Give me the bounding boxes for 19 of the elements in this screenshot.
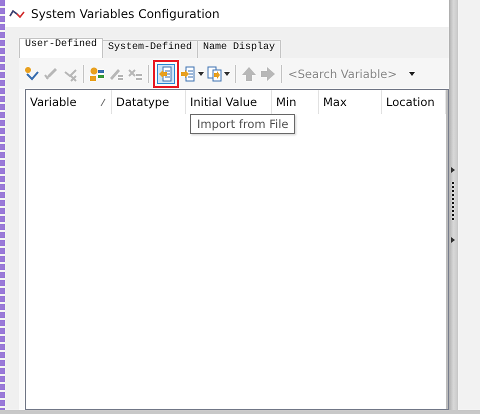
search-field[interactable]: <Search Variable> xyxy=(286,64,408,84)
export-file-icon xyxy=(181,66,197,82)
caret-icon xyxy=(198,72,204,76)
dropdown-arrow-icon[interactable] xyxy=(409,72,415,76)
add-group-icon xyxy=(89,66,105,82)
wave-icon xyxy=(9,8,25,18)
caret-icon xyxy=(224,72,230,76)
window-title: System Variables Configuration xyxy=(31,6,220,20)
up-arrow-icon xyxy=(241,66,257,82)
import-file-icon xyxy=(158,66,174,82)
sort-icon xyxy=(100,98,106,106)
dropdown-button[interactable] xyxy=(180,64,205,84)
toolbar-button[interactable] xyxy=(157,64,175,84)
tab[interactable]: User-Defined xyxy=(19,38,104,58)
tooltip: Import from File xyxy=(190,114,296,134)
copy-file-icon xyxy=(207,66,223,82)
splitter-grip-icon[interactable] xyxy=(451,167,456,243)
dropdown-button[interactable] xyxy=(206,64,231,84)
tab[interactable]: Name Display xyxy=(197,40,282,58)
